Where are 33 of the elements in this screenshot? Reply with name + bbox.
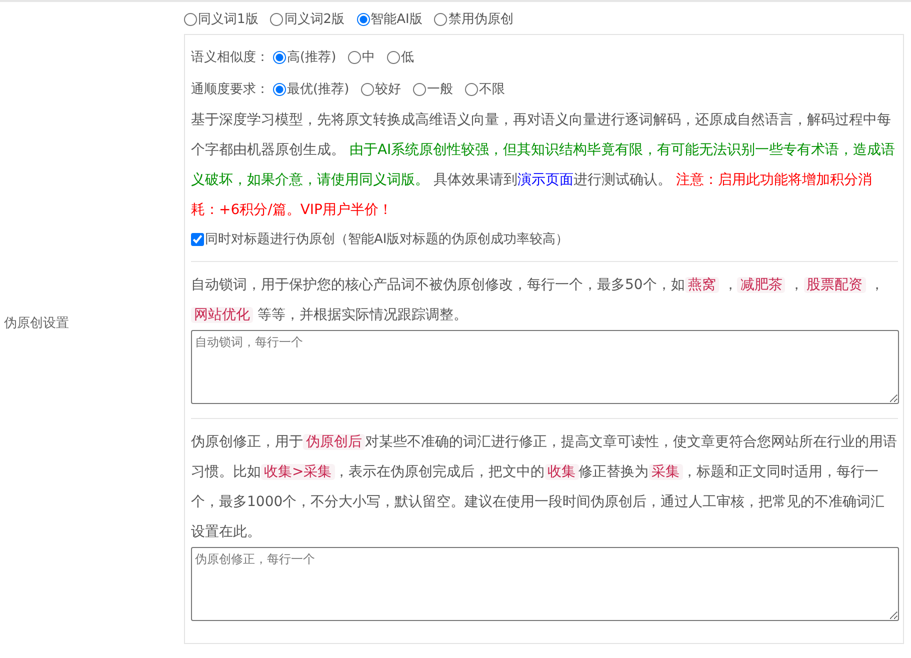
checkbox-label[interactable]: 同时对标题进行伪原创（智能AI版对标题的伪原创成功率较高） — [205, 230, 569, 248]
option-label[interactable]: 低 — [401, 48, 414, 66]
option-label[interactable]: 不限 — [479, 80, 506, 98]
lock-words-description: 自动锁词，用于保护您的核心产品词不被伪原创修改，每行一个，最多50个，如 燕窝 ， 减肥茶 ， 股票配资 ， 网站优化 等等，并根据实际情况跟踪调整。 — [191, 276, 886, 325]
setting-label: 通顺度要求： — [191, 81, 269, 98]
radio-button[interactable] — [387, 50, 400, 64]
radio-button[interactable] — [465, 82, 478, 96]
corrections-description: 伪原创修正，用于 伪原创后 对某些不准确的词汇进行修正，提高文章可读性，使文章更符合您网站所在行业的用语习惯。比如 收集>采集 ，表示在伪原创完成后，把文中的 收集 修正替换为 采集 ，标题和正文同时适用，每行一个，最多1000个，不分大小写，默认留空。建议在使用一段时间伪原创后，通过人工审核，把常见的不准确词汇设置在此。 — [191, 433, 898, 542]
option-label[interactable]: 较好 — [375, 80, 402, 98]
option-label[interactable]: 禁用伪原创 — [448, 10, 514, 28]
radio-button[interactable] — [184, 12, 197, 26]
option-label[interactable]: 中 — [362, 48, 376, 66]
ai-description: 基于深度学习模型，先将原文转换成高维语义向量，再对语义向量进行逐词解码，还原成自然语言，解码过程中每个字都由机器原创生成。 由于AI系统原创性较强，但其知识结构毕竟有限，有可能无法识别一些专有术语，造成语义破坏，如果介意，请使用同义词版。 具体效果请到演示页面进行测试确认。 注意：启用此功能将增加积分消耗：+6积分/篇。VIP用户半价！ — [191, 111, 896, 220]
checkbox[interactable] — [191, 232, 204, 246]
demo-page-link[interactable]: 演示页面 — [517, 172, 574, 188]
radio-button[interactable] — [348, 50, 362, 64]
radio-button[interactable] — [361, 82, 374, 96]
option-label[interactable]: 同义词1版 — [198, 10, 258, 28]
radio-button[interactable] — [273, 82, 286, 96]
section-label: 伪原创设置 — [3, 315, 69, 332]
corrections-field[interactable]: 伪原创修正，每行一个 — [191, 547, 899, 621]
radio-button[interactable] — [413, 82, 426, 96]
radio-button[interactable] — [356, 12, 370, 26]
option-label[interactable]: 最优(推荐) — [287, 80, 350, 98]
lock-words-field[interactable]: 自动锁词，每行一个 — [191, 330, 899, 404]
option-label[interactable]: 高(推荐) — [287, 48, 336, 66]
option-label[interactable]: 智能AI版 — [370, 10, 422, 28]
option-label[interactable]: 同义词2版 — [284, 10, 345, 28]
radio-button[interactable] — [273, 50, 286, 64]
setting-label: 语义相似度： — [191, 49, 269, 66]
radio-button[interactable] — [270, 12, 284, 26]
option-label[interactable]: 一般 — [427, 80, 454, 98]
radio-button[interactable] — [434, 12, 448, 26]
